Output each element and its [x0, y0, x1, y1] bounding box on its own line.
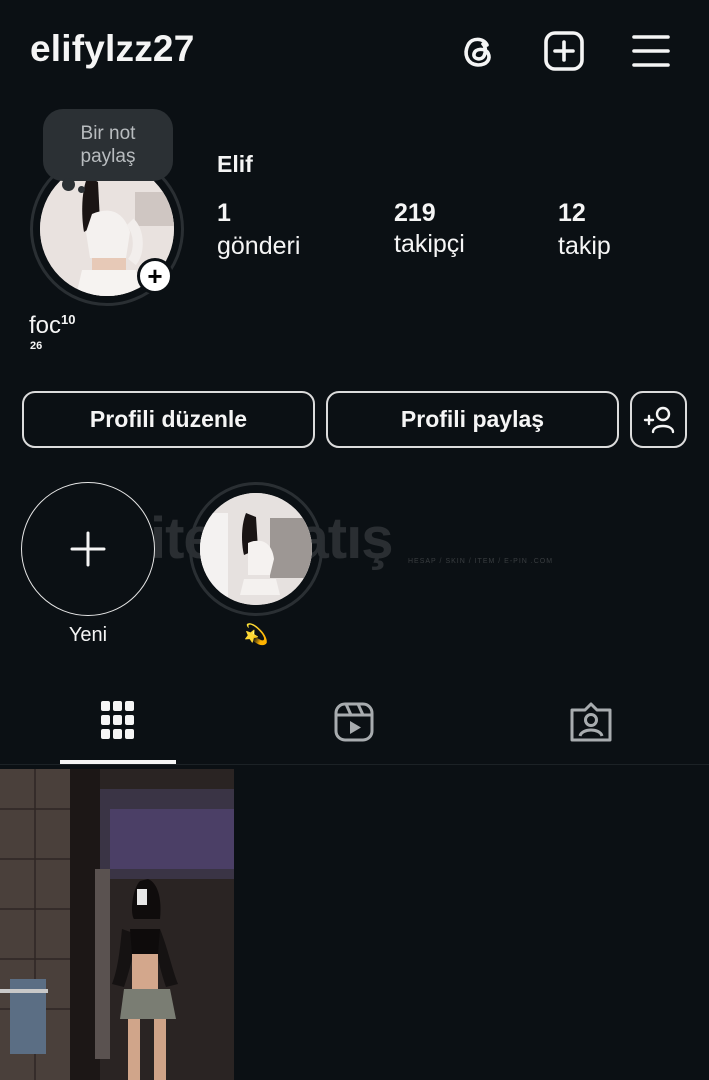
- menu-icon[interactable]: [630, 30, 672, 72]
- add-story-button[interactable]: +: [137, 258, 173, 294]
- bio-subscript: 26: [30, 340, 43, 352]
- new-highlight-label: Yeni: [68, 624, 108, 646]
- share-profile-button[interactable]: Profili paylaş: [326, 391, 619, 448]
- note-text-line2: paylaş: [80, 146, 136, 167]
- create-post-icon[interactable]: [543, 30, 585, 72]
- plus-icon: +: [147, 261, 163, 291]
- highlight-cover: [200, 493, 312, 605]
- threads-icon[interactable]: [457, 30, 499, 72]
- reels-icon[interactable]: [334, 702, 374, 742]
- profile-username[interactable]: elifylzz27: [30, 28, 194, 70]
- stat-following-label: takip: [558, 232, 611, 260]
- note-bubble-tail-small: [78, 186, 85, 193]
- edit-profile-label: Profili düzenle: [89, 406, 248, 432]
- stat-posts-value: 1: [217, 199, 231, 227]
- edit-profile-button[interactable]: Profili düzenle: [22, 391, 315, 448]
- tabs-divider: [0, 764, 709, 765]
- new-highlight-button[interactable]: [21, 482, 155, 616]
- share-profile-label: Profili paylaş: [400, 406, 545, 432]
- display-name: Elif: [217, 151, 253, 177]
- tagged-icon[interactable]: [570, 702, 612, 742]
- note-bubble[interactable]: Bir not paylaş: [43, 109, 173, 181]
- watermark-tagline: HESAP / SKIN / ITEM / E-PIN .COM: [408, 558, 554, 565]
- bio-superscript: 10: [61, 312, 76, 327]
- bio-text: foc10: [29, 312, 75, 340]
- stat-following-value: 12: [558, 199, 586, 227]
- stat-followers-value: 219: [394, 199, 436, 227]
- stat-posts[interactable]: 1 gönderi: [217, 199, 300, 261]
- bio-main-text: foc: [29, 312, 62, 339]
- stat-posts-label: gönderi: [217, 232, 301, 260]
- highlight-item[interactable]: [189, 482, 323, 616]
- plus-icon: [70, 531, 106, 567]
- discover-people-button[interactable]: [630, 391, 687, 448]
- stat-following[interactable]: 12 takip: [558, 199, 611, 261]
- add-person-icon: [643, 406, 674, 433]
- grid-icon[interactable]: [101, 701, 135, 741]
- post-thumbnail[interactable]: [0, 769, 234, 1080]
- note-bubble-tail: [62, 178, 75, 191]
- highlight-label: 💫: [243, 624, 269, 646]
- note-text-line1: Bir not: [80, 123, 136, 144]
- stat-followers[interactable]: 219 takipçi: [394, 199, 465, 259]
- stat-followers-label: takipçi: [394, 230, 465, 258]
